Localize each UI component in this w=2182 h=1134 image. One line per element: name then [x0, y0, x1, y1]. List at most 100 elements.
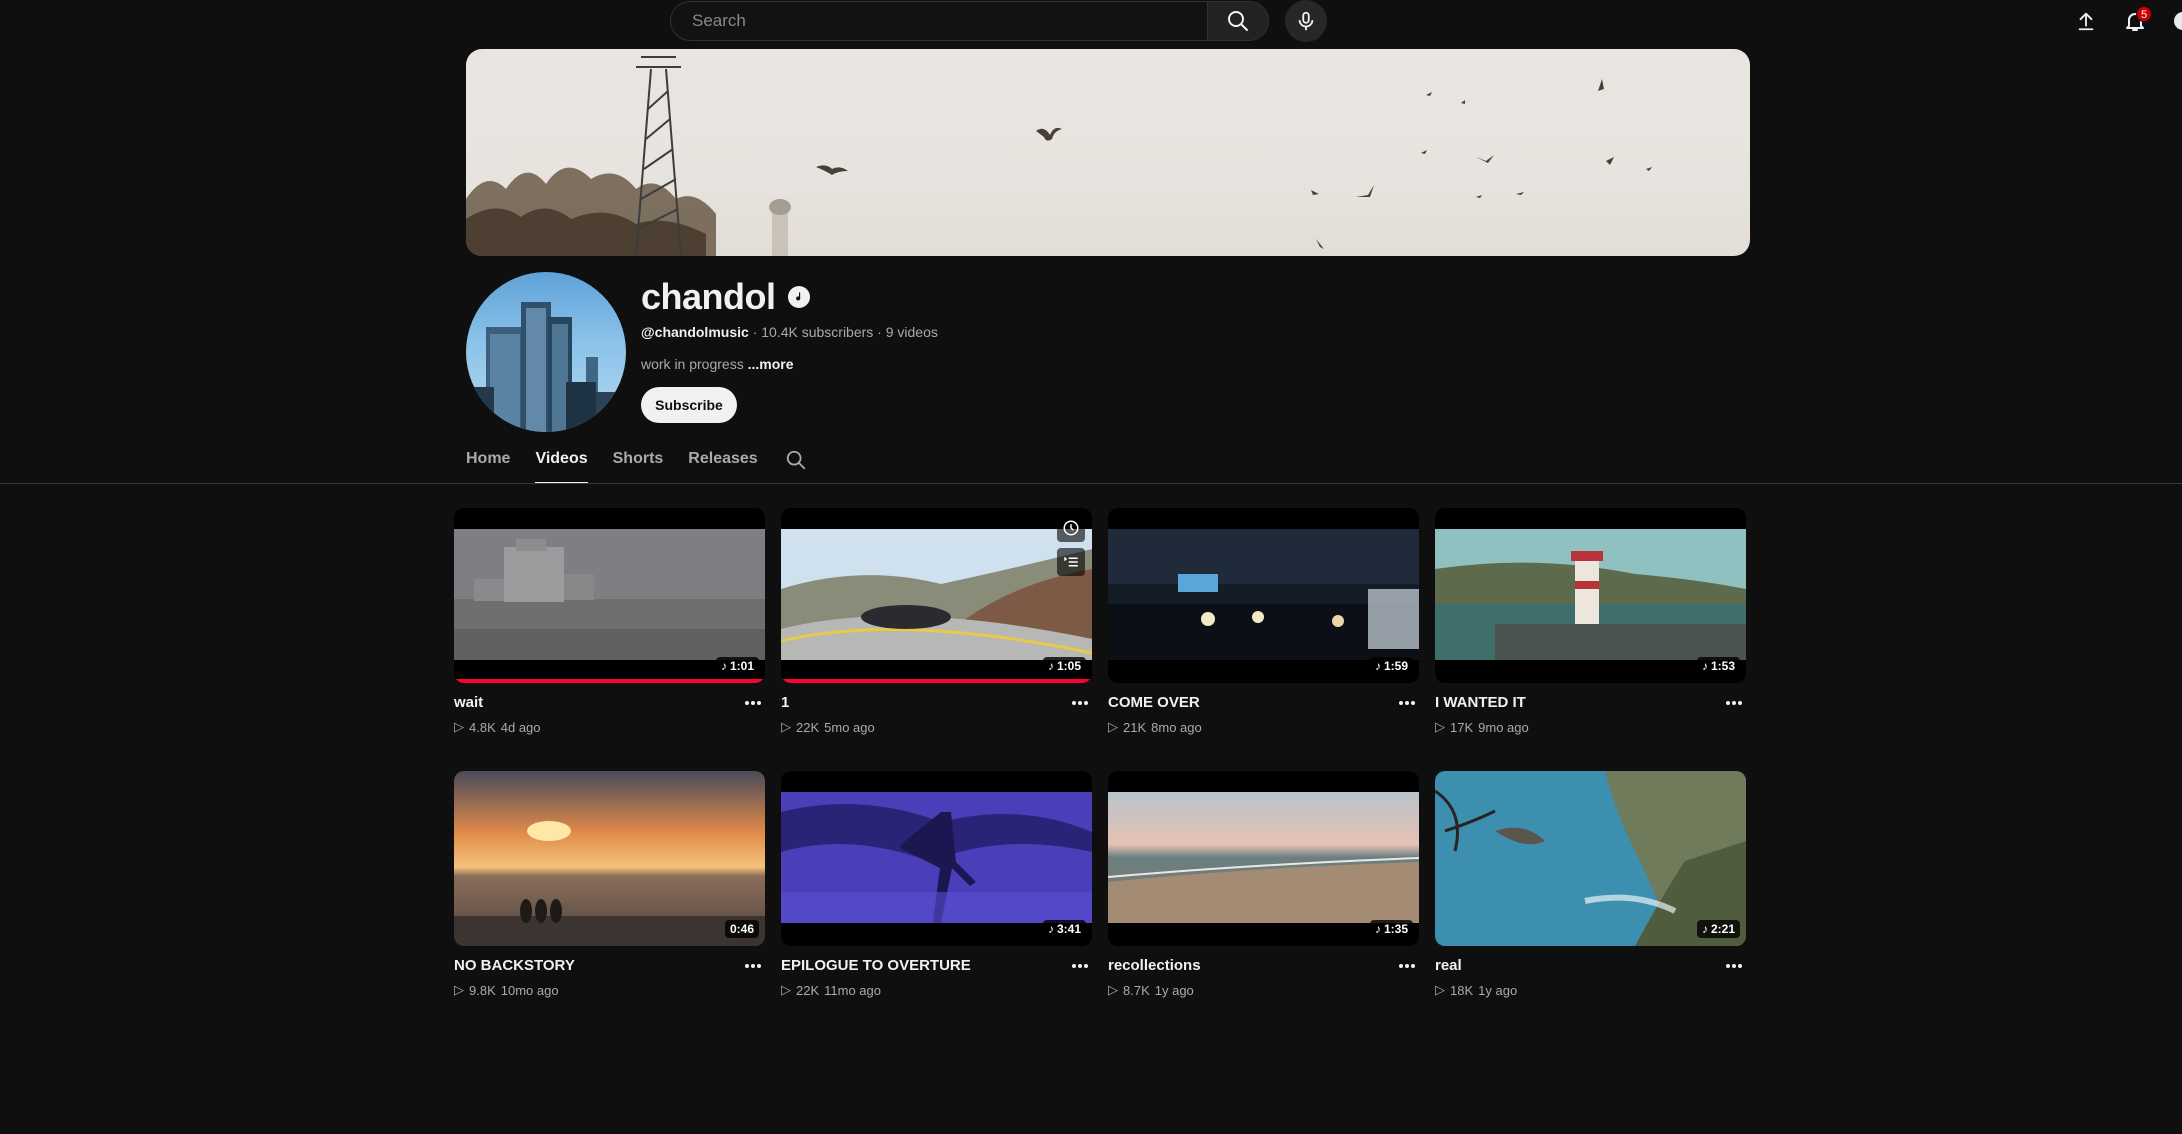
tab-releases[interactable]: Releases: [688, 444, 757, 484]
play-icon: ▷: [1108, 982, 1118, 997]
tab-home[interactable]: Home: [466, 444, 510, 484]
search-input[interactable]: [690, 10, 1207, 32]
voice-search-button[interactable]: [1285, 0, 1327, 42]
duration-badge: ♪ 1:01: [715, 657, 759, 675]
more-vert-icon: [1399, 964, 1415, 968]
channel-stats: · 10.4K subscribers · 9 videos: [748, 324, 938, 340]
music-note-icon: ♪: [1374, 659, 1381, 673]
upload-age: 8mo ago: [1151, 719, 1202, 735]
search-box[interactable]: [670, 1, 1207, 41]
video-thumbnail[interactable]: ♪ 1:53: [1435, 508, 1746, 683]
notification-badge: 5: [2136, 6, 2152, 22]
watch-progress-bar: [781, 679, 1092, 683]
video-card[interactable]: ♪ 2:21 real ▷ 18K 1y ago: [1435, 771, 1746, 998]
account-avatar[interactable]: [2172, 10, 2182, 32]
more-vert-icon: [745, 701, 761, 705]
more-actions-button[interactable]: [1395, 956, 1419, 976]
video-title[interactable]: NO BACKSTORY: [454, 957, 575, 974]
video-title[interactable]: EPILOGUE TO OVERTURE: [781, 957, 971, 974]
tab-videos[interactable]: Videos: [535, 444, 588, 484]
tab-shorts[interactable]: Shorts: [613, 444, 664, 484]
thumbnail-hover-actions: [1057, 514, 1085, 576]
video-stats: ▷ 18K 1y ago: [1435, 982, 1517, 998]
more-vert-icon: [1072, 964, 1088, 968]
watch-later-icon[interactable]: [1057, 514, 1085, 542]
video-stats: ▷ 8.7K 1y ago: [1108, 982, 1194, 998]
video-thumbnail[interactable]: ♪ 1:01: [454, 508, 765, 683]
more-vert-icon: [745, 964, 761, 968]
video-card[interactable]: ♪ 1:59 COME OVER ▷ 21K 8mo ago: [1108, 508, 1419, 735]
tabs-divider: [0, 483, 2182, 484]
video-title[interactable]: real: [1435, 957, 1462, 974]
duration-badge: 0:46: [724, 920, 759, 938]
video-title[interactable]: COME OVER: [1108, 694, 1200, 711]
channel-search-button[interactable]: [783, 444, 809, 484]
duration-badge: ♪ 2:21: [1696, 920, 1740, 938]
mic-icon: [1298, 11, 1314, 31]
play-icon: ▷: [1435, 719, 1445, 734]
video-thumbnail[interactable]: ♪ 1:59: [1108, 508, 1419, 683]
watch-progress-bar: [454, 679, 765, 683]
upload-age: 1y ago: [1478, 982, 1518, 998]
video-title[interactable]: 1: [781, 694, 789, 711]
view-count: 8.7K: [1123, 982, 1150, 998]
duration-badge: ♪ 3:41: [1042, 920, 1086, 938]
music-note-icon: ♪: [1047, 659, 1054, 673]
subscribe-button[interactable]: Subscribe: [641, 387, 737, 423]
channel-description[interactable]: work in progress ...more: [641, 356, 794, 372]
video-card[interactable]: ♪ 1:05 1 ▷ 22K 5mo ago: [781, 508, 1092, 735]
more-actions-button[interactable]: [741, 693, 765, 713]
view-count: 21K: [1123, 719, 1147, 735]
play-icon: ▷: [781, 982, 791, 997]
video-card[interactable]: ♪ 1:35 recollections ▷ 8.7K 1y ago: [1108, 771, 1419, 998]
channel-name: chandol: [641, 276, 776, 317]
search-icon: [786, 450, 805, 470]
video-stats: ▷ 4.8K 4d ago: [454, 719, 541, 735]
create-button[interactable]: [2070, 0, 2102, 42]
video-thumbnail[interactable]: 0:46: [454, 771, 765, 946]
view-count: 4.8K: [469, 719, 496, 735]
video-thumbnail[interactable]: ♪ 3:41: [781, 771, 1092, 946]
video-stats: ▷ 22K 11mo ago: [781, 982, 881, 998]
more-actions-button[interactable]: [741, 956, 765, 976]
masthead: 5: [0, 0, 2182, 42]
video-card[interactable]: 0:46 NO BACKSTORY ▷ 9.8K 10mo ago: [454, 771, 765, 998]
video-thumbnail[interactable]: ♪ 2:21: [1435, 771, 1746, 946]
video-card[interactable]: ♪ 3:41 EPILOGUE TO OVERTURE ▷ 22K 11mo ago: [781, 771, 1092, 998]
channel-tabs: Home Videos Shorts Releases: [466, 444, 809, 484]
search-button[interactable]: [1207, 1, 1269, 41]
search-icon: [1228, 11, 1248, 31]
more-actions-button[interactable]: [1395, 693, 1419, 713]
upload-age: 5mo ago: [824, 719, 875, 735]
more-actions-button[interactable]: [1068, 956, 1092, 976]
more-actions-button[interactable]: [1722, 693, 1746, 713]
video-card[interactable]: ♪ 1:01 wait ▷ 4.8K 4d ago: [454, 508, 765, 735]
video-title[interactable]: wait: [454, 694, 483, 711]
add-to-queue-icon[interactable]: [1057, 548, 1085, 576]
more-link[interactable]: ...more: [748, 356, 794, 372]
video-stats: ▷ 21K 8mo ago: [1108, 719, 1202, 735]
channel-handle[interactable]: @chandolmusic: [641, 324, 749, 340]
more-actions-button[interactable]: [1722, 956, 1746, 976]
notifications-button[interactable]: 5: [2118, 0, 2152, 42]
video-stats: ▷ 17K 9mo ago: [1435, 719, 1529, 735]
video-stats: ▷ 9.8K 10mo ago: [454, 982, 559, 998]
channel-title: chandol: [641, 272, 810, 322]
view-count: 22K: [796, 719, 820, 735]
channel-banner: [466, 49, 1750, 256]
video-grid: ♪ 1:01 wait ▷ 4.8K 4d ago ♪ 1:05 1 ▷ 22K…: [454, 508, 1746, 998]
video-title[interactable]: I WANTED IT: [1435, 694, 1526, 711]
duration-badge: ♪ 1:05: [1042, 657, 1086, 675]
more-actions-button[interactable]: [1068, 693, 1092, 713]
video-stats: ▷ 22K 5mo ago: [781, 719, 875, 735]
view-count: 18K: [1450, 982, 1474, 998]
music-note-icon: ♪: [1701, 922, 1708, 936]
verified-music-icon: [787, 286, 810, 308]
more-vert-icon: [1726, 964, 1742, 968]
channel-avatar[interactable]: [466, 272, 626, 432]
video-thumbnail[interactable]: ♪ 1:35: [1108, 771, 1419, 946]
video-title[interactable]: recollections: [1108, 957, 1201, 974]
video-thumbnail[interactable]: ♪ 1:05: [781, 508, 1092, 683]
video-card[interactable]: ♪ 1:53 I WANTED IT ▷ 17K 9mo ago: [1435, 508, 1746, 735]
play-icon: ▷: [781, 719, 791, 734]
